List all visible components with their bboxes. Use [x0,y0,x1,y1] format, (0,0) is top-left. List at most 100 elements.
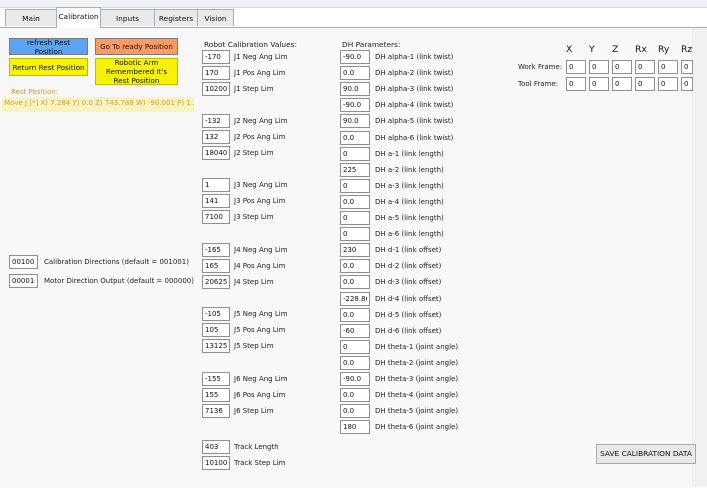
dh-label-18: DH theta-1 (joint angle) [375,342,459,351]
robot-cal-label-14: J5 Step Lim [234,342,274,350]
dh-input-15[interactable] [340,291,370,306]
dh-input-22[interactable] [340,404,370,419]
robot-cal-label-5: J2 Step Lim [234,149,274,157]
robot-cal-input-12[interactable] [202,307,230,321]
robot-cal-label-0: J1 Neg Ang Lim [234,53,288,61]
dh-input-14[interactable] [340,275,370,290]
dh-input-9[interactable] [340,194,370,209]
tab-registers[interactable]: Registers [154,9,198,26]
tool-frame-input-3[interactable] [635,77,655,91]
dh-input-0[interactable] [340,50,370,64]
robot-cal-input-8[interactable] [202,210,230,224]
frame-header-4: Ry [658,44,670,55]
rest-position-display: Move J [*] X) 7.284 Y) 0.0 Z) 743.788 W)… [2,97,194,112]
dh-input-13[interactable] [340,259,370,274]
dh-input-7[interactable] [340,162,370,177]
dh-input-20[interactable] [340,372,370,386]
robot-cal-input-6[interactable] [202,178,230,192]
robot-cal-input-17[interactable] [202,404,230,418]
dh-input-1[interactable] [340,66,370,81]
work-frame-input-5[interactable] [681,60,693,74]
work-frame-input-2[interactable] [612,60,632,74]
robot-cal-input-18[interactable] [202,440,230,454]
robot-cal-input-9[interactable] [202,243,230,257]
save-calibration-data-button[interactable]: SAVE CALIBRATION DATA [596,444,696,464]
robot-cal-input-14[interactable] [202,339,230,353]
dh-input-16[interactable] [340,307,370,322]
tool-frame-input-1[interactable] [589,77,609,91]
tab-vision[interactable]: Vision [197,9,234,26]
dh-input-21[interactable] [340,388,370,403]
work-frame-input-4[interactable] [658,60,678,74]
dh-label-0: DH alpha-1 (link twist) [375,53,454,61]
robot-cal-input-10[interactable] [202,259,230,273]
dh-label-14: DH d-3 (link offset) [375,278,442,287]
robot-cal-input-7[interactable] [202,194,230,208]
robot-cal-input-19[interactable] [202,456,230,470]
robot-cal-input-13[interactable] [202,323,230,337]
dh-label-6: DH a-1 (link length) [375,149,444,158]
dh-input-19[interactable] [340,355,370,370]
dh-label-3: DH alpha-4 (link twist) [375,101,454,110]
robot-cal-input-11[interactable] [202,275,230,289]
work-frame-input-1[interactable] [589,60,609,74]
frame-header-1: Y [589,44,595,55]
dh-input-6[interactable] [340,146,370,161]
dh-input-8[interactable] [340,178,370,193]
robot-cal-input-2[interactable] [202,82,230,96]
dh-label-22: DH theta-5 (joint angle) [375,407,459,416]
motor-direction-output-input[interactable] [9,274,38,288]
dh-input-11[interactable] [340,227,370,242]
dh-label-1: DH alpha-2 (link twist) [375,69,454,78]
dh-label-2: DH alpha-3 (link twist) [375,85,454,94]
robot-cal-input-15[interactable] [202,372,230,386]
dh-input-3[interactable] [340,98,370,113]
dh-label-17: DH d-6 (link offset) [375,326,442,335]
motor-direction-output-label: Motor Direction Output (default = 000000… [44,277,194,285]
robot-cal-input-16[interactable] [202,388,230,402]
dh-input-10[interactable] [340,211,370,225]
dh-label-23: DH theta-6 (joint angle) [375,423,459,432]
work-frame-input-3[interactable] [635,60,655,74]
calibration-directions-input[interactable] [9,255,38,269]
dh-input-12[interactable] [340,243,370,258]
dh-input-4[interactable] [340,114,370,129]
robot-cal-label-17: J6 Step Lim [234,407,274,415]
robot-cal-label-13: J5 Pos Ang Lim [234,326,286,334]
dh-input-2[interactable] [340,82,370,97]
robot-cal-label-9: J4 Neg Ang Lim [234,246,288,254]
dh-label-20: DH theta-3 (joint angle) [375,375,459,383]
vertical-scrollbar[interactable] [692,28,707,486]
dh-label-8: DH a-3 (link length) [375,181,444,190]
dh-input-23[interactable] [340,420,370,435]
robot-cal-input-3[interactable] [202,114,230,128]
refresh-rest-position-button[interactable]: refresh Rest Position [9,38,88,56]
robot-cal-label-10: J4 Pos Ang Lim [234,262,286,270]
tab-bar: Main Controls Calibration Inputs Outputs… [0,7,707,40]
calibration-directions-label: Calibration Directions (default = 001001… [44,258,189,266]
robot-cal-input-4[interactable] [202,130,230,144]
dh-input-5[interactable] [340,130,370,145]
tool-frame-input-2[interactable] [612,77,632,91]
return-rest-position-button[interactable]: Return Rest Position [9,58,88,76]
robot-cal-label-3: J2 Neg Ang Lim [234,117,288,125]
dh-input-17[interactable] [340,323,370,338]
arm-remembered-rest-indicator: Robotic Arm Remembered It's Rest Positio… [95,58,178,85]
tool-frame-input-4[interactable] [658,77,678,91]
robot-cal-label-12: J5 Neg Ang Lim [234,310,288,318]
go-to-ready-position-button[interactable]: Go To ready Position [95,38,178,55]
dh-label-21: DH theta-4 (joint angle) [375,391,459,400]
tool-frame-input-5[interactable] [681,77,693,91]
tab-main-controls[interactable]: Main Controls [5,9,57,40]
tab-inputs-outputs[interactable]: Inputs Outputs [100,9,155,40]
dh-label-7: DH a-2 (link length) [375,165,444,174]
robot-cal-input-5[interactable] [202,146,230,160]
work-frame-input-0[interactable] [566,60,586,74]
tool-frame-input-0[interactable] [566,77,586,91]
robot-cal-input-0[interactable] [202,50,230,64]
dh-input-18[interactable] [340,339,370,354]
tab-calibration[interactable]: Calibration [56,7,101,28]
tool-frame-label: Tool Frame: [518,80,558,88]
robot-cal-input-1[interactable] [202,66,230,80]
frame-header-0: X [566,44,573,55]
